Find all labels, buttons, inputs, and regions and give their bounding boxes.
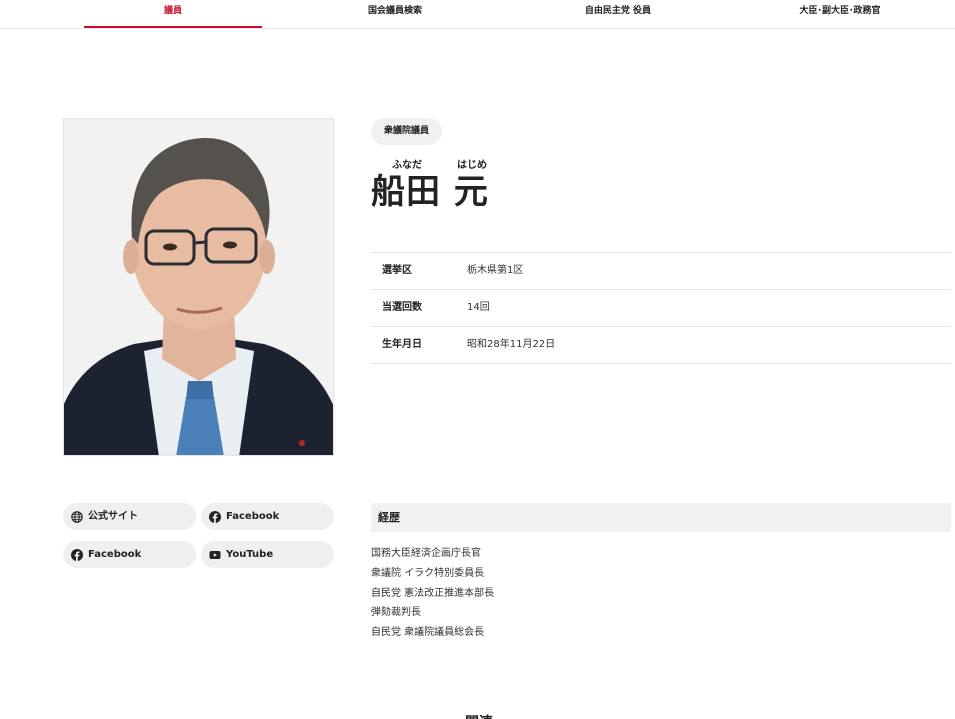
family-name: 船田 bbox=[371, 172, 441, 212]
career-item: 自民党 衆議院議員総会長 bbox=[371, 627, 485, 639]
portrait-illustration bbox=[64, 119, 333, 455]
facebook-icon bbox=[71, 549, 83, 561]
career-list: 国務大臣経済企画庁長官 衆議院 イラク特別委員長 自民党 憲法改正推進本部長 弾… bbox=[371, 544, 494, 643]
info-key: 生年月日 bbox=[382, 339, 422, 350]
youtube-icon bbox=[209, 551, 221, 559]
family-name-reading: ふなだ bbox=[392, 160, 422, 171]
career-item: 自民党 憲法改正推進本部長 bbox=[371, 587, 495, 599]
info-value: 昭和28年11月22日 bbox=[467, 339, 556, 350]
info-key: 選挙区 bbox=[382, 265, 412, 276]
youtube-link[interactable]: YouTube bbox=[201, 541, 334, 568]
career-heading: 経歴 bbox=[371, 503, 951, 532]
link-label: 公式サイト bbox=[88, 511, 138, 522]
profile-info-table: 選挙区 栃木県第1区 当選回数 14回 生年月日 昭和28年11月22日 bbox=[371, 252, 951, 364]
info-row-district: 選挙区 栃木県第1区 bbox=[371, 253, 951, 290]
info-key: 当選回数 bbox=[382, 302, 422, 313]
tab-ministers[interactable]: 大臣･副大臣･政務官 bbox=[751, 0, 929, 28]
career-item: 衆議院 イラク特別委員長 bbox=[371, 567, 485, 579]
member-portrait bbox=[63, 118, 334, 456]
house-badge: 衆議院議員 bbox=[371, 118, 443, 145]
info-value: 栃木県第1区 bbox=[467, 265, 524, 276]
related-heading: 関連 bbox=[465, 712, 493, 719]
facebook-icon bbox=[209, 511, 221, 523]
given-name: 元 bbox=[453, 172, 489, 212]
career-item: 弾劾裁判長 bbox=[371, 607, 421, 619]
tab-diet-member-search[interactable]: 国会議員検索 bbox=[306, 0, 484, 28]
official-site-link[interactable]: 公式サイト bbox=[63, 503, 196, 530]
facebook-link[interactable]: Facebook bbox=[201, 503, 334, 530]
link-label: Facebook bbox=[88, 549, 142, 560]
tab-members[interactable]: 議員 bbox=[84, 0, 262, 28]
info-row-terms: 当選回数 14回 bbox=[371, 290, 951, 327]
top-tabs: 議員 国会議員検索 自由民主党 役員 大臣･副大臣･政務官 bbox=[0, 0, 955, 29]
career-item: 国務大臣経済企画庁長官 bbox=[371, 548, 481, 559]
tab-ldp-officers[interactable]: 自由民主党 役員 bbox=[529, 0, 707, 28]
globe-icon bbox=[71, 511, 83, 523]
facebook-link-2[interactable]: Facebook bbox=[63, 541, 196, 568]
link-label: Facebook bbox=[226, 511, 280, 522]
info-row-birthdate: 生年月日 昭和28年11月22日 bbox=[371, 327, 951, 364]
info-value: 14回 bbox=[467, 302, 490, 313]
given-name-reading: はじめ bbox=[457, 160, 487, 171]
link-label: YouTube bbox=[226, 549, 274, 560]
member-name: 船田 元 bbox=[371, 170, 489, 214]
